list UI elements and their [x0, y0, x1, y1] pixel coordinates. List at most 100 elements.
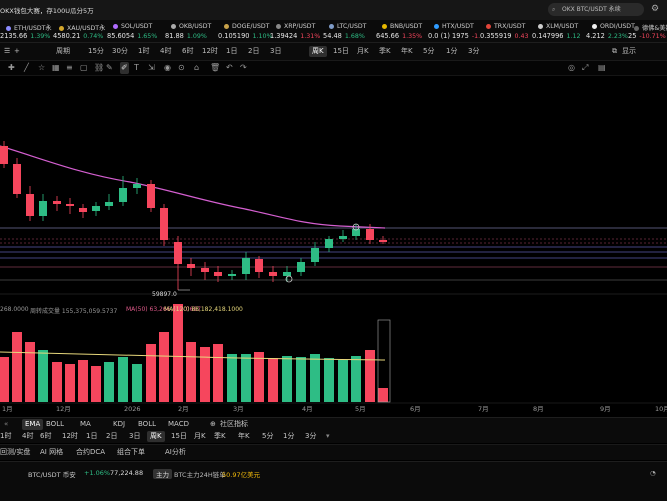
indicator-tab-5[interactable]: BOLL: [138, 419, 156, 430]
search-input[interactable]: ⌕ OKX BTC/USDT 永续: [548, 3, 644, 16]
timeframe-1[interactable]: 15分: [88, 46, 104, 57]
camera-icon[interactable]: ◎: [568, 62, 575, 74]
candle[interactable]: [160, 204, 168, 246]
horizontal-line-icon[interactable]: ≡: [66, 62, 73, 74]
candle[interactable]: [255, 256, 263, 278]
chart-area[interactable]: 1月 12月 2026 2月 3月 4月 5月 6月 7月 8月 9月 10月 59897.0 268…: [0, 76, 667, 416]
screenshot-icon[interactable]: ⧉: [612, 46, 617, 57]
candle[interactable]: [242, 252, 250, 280]
settings-icon[interactable]: ⚙: [651, 4, 659, 14]
more-chevron-icon[interactable]: ▾: [326, 431, 330, 442]
indicator-tab-4[interactable]: KDJ: [113, 419, 125, 430]
candle[interactable]: [13, 158, 21, 198]
timeframe-16[interactable]: 1分: [446, 46, 457, 57]
candle[interactable]: [283, 266, 291, 282]
candle[interactable]: [297, 258, 305, 276]
timeframe-7[interactable]: 1日: [226, 46, 237, 57]
timeframe-3[interactable]: 1时: [138, 46, 149, 57]
candle[interactable]: [26, 186, 34, 221]
indicator-tab-2[interactable]: BOLL: [46, 419, 64, 430]
brush-tool-icon[interactable]: ✎: [106, 62, 113, 74]
display-button[interactable]: 显示: [622, 46, 636, 57]
period-tab-8[interactable]: 周K: [147, 431, 165, 442]
footer-symbol[interactable]: BTC/USDT 币安: [28, 469, 76, 479]
period-tab-7[interactable]: 3日: [129, 431, 140, 442]
candlestick-chart[interactable]: 1月 12月 2026 2月 3月 4月 5月 6月 7月 8月 9月 10月: [0, 76, 667, 416]
indicator-tab-6[interactable]: MACD: [168, 419, 189, 430]
candle[interactable]: [228, 270, 236, 280]
magnet-icon[interactable]: ⊙: [178, 62, 185, 74]
candle[interactable]: [147, 180, 155, 212]
undo-icon[interactable]: ↶: [226, 62, 233, 74]
tool-tab-3[interactable]: 合约DCA: [76, 447, 105, 458]
period-tab-12[interactable]: 年K: [238, 431, 250, 442]
community-indicators-icon[interactable]: ⊕: [210, 419, 216, 430]
tool-tab-1[interactable]: 回测/实盘: [0, 447, 30, 458]
period-tab-4[interactable]: 12时: [62, 431, 78, 442]
community-indicators[interactable]: 社区指标: [220, 419, 248, 430]
menu-icon[interactable]: ☰: [4, 46, 10, 57]
period-tab-11[interactable]: 季K: [214, 431, 226, 442]
measure-tool-icon[interactable]: ⇲: [148, 62, 155, 74]
period-tab-10[interactable]: 月K: [194, 431, 206, 442]
candle[interactable]: [0, 141, 8, 168]
text-tool-icon[interactable]: T: [134, 62, 139, 74]
candle[interactable]: [105, 194, 113, 210]
link-tool-icon[interactable]: ⛓: [94, 62, 104, 74]
timeframe-4[interactable]: 4时: [160, 46, 171, 57]
tool-tab-5[interactable]: AI分析: [165, 447, 186, 458]
expand-icon[interactable]: «: [4, 419, 8, 430]
candle[interactable]: [214, 266, 222, 282]
period-selector[interactable]: 周期: [56, 46, 70, 57]
candle[interactable]: [187, 258, 195, 276]
timeframe-17[interactable]: 3分: [468, 46, 479, 57]
period-tab-9[interactable]: 15日: [171, 431, 187, 442]
layout-icon[interactable]: ▤: [598, 62, 606, 74]
candle[interactable]: [133, 178, 141, 194]
timeframe-14[interactable]: 年K: [401, 46, 413, 57]
candle[interactable]: [311, 242, 319, 266]
candle[interactable]: [174, 236, 182, 290]
trash-icon[interactable]: 🗑: [210, 62, 220, 74]
indicator-tab-3[interactable]: MA: [80, 419, 91, 430]
cursor-icon[interactable]: ✚: [8, 62, 15, 74]
timeframe-5[interactable]: 6时: [182, 46, 193, 57]
tool-tab-4[interactable]: 组合下单: [117, 447, 145, 458]
timeframe-12[interactable]: 月K: [357, 46, 369, 57]
candle[interactable]: [269, 266, 277, 282]
candle[interactable]: [92, 202, 100, 216]
timeframe-11[interactable]: 15日: [333, 46, 349, 57]
candle[interactable]: [66, 198, 74, 214]
indicator-tab-1[interactable]: EMA: [22, 419, 44, 430]
candle[interactable]: [201, 262, 209, 280]
candle[interactable]: [325, 236, 333, 252]
timeframe-13[interactable]: 季K: [379, 46, 391, 57]
tool-tab-2[interactable]: AI 网格: [40, 447, 63, 458]
fullscreen-icon[interactable]: ⤢: [582, 62, 588, 74]
line-tool-icon[interactable]: ╱: [24, 62, 29, 74]
candle[interactable]: [339, 230, 347, 242]
period-tab-15[interactable]: 3分: [305, 431, 316, 442]
timeframe-10[interactable]: 周K: [309, 46, 327, 57]
add-icon[interactable]: +: [14, 46, 20, 57]
period-tab-2[interactable]: 4时: [22, 431, 33, 442]
timeframe-6[interactable]: 12时: [202, 46, 218, 57]
timeframe-9[interactable]: 3日: [270, 46, 281, 57]
grid-tool-icon[interactable]: ▦: [52, 62, 60, 74]
timeframe-2[interactable]: 30分: [112, 46, 128, 57]
candle[interactable]: [79, 204, 87, 218]
promo-banner[interactable]: OKX钱包大赛，存100U瓜分5万: [0, 5, 94, 15]
eye-icon[interactable]: ◉: [164, 62, 171, 74]
period-tab-14[interactable]: 1分: [283, 431, 294, 442]
candle[interactable]: [53, 196, 61, 211]
period-tab-13[interactable]: 5分: [262, 431, 273, 442]
redo-icon[interactable]: ↷: [240, 62, 247, 74]
period-tab-1[interactable]: 1时: [0, 431, 11, 442]
footer-chat-icon[interactable]: ◔: [650, 469, 656, 477]
timeframe-15[interactable]: 5分: [423, 46, 434, 57]
lock-icon[interactable]: ⌂: [194, 62, 199, 74]
period-tab-3[interactable]: 6时: [40, 431, 51, 442]
timeframe-8[interactable]: 2日: [248, 46, 259, 57]
pen-tool-icon[interactable]: ✐: [120, 62, 129, 74]
rect-tool-icon[interactable]: ▢: [80, 62, 88, 74]
